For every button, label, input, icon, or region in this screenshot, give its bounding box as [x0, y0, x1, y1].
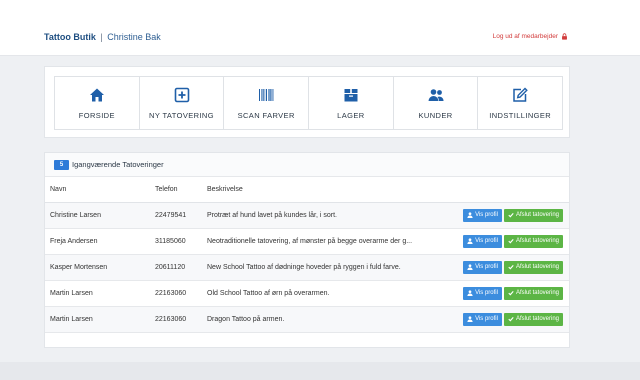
finish-tattoo-button[interactable]: Afslut tatovering	[503, 312, 563, 326]
home-icon	[89, 88, 104, 101]
user-icon	[467, 212, 473, 218]
cell-actions: Vis profil Afslut tatovering	[452, 228, 569, 255]
finish-tattoo-button[interactable]: Afslut tatovering	[503, 260, 563, 274]
active-tattoos-card: 5 Igangværende Tatoveringer Navn Telefon…	[44, 152, 570, 348]
cell-description: Protræt af hund lavet på kundes lår, i s…	[202, 202, 452, 229]
check-icon	[508, 316, 514, 322]
table-row: Freja Andersen 31185060 Neotraditionelle…	[45, 228, 569, 255]
nav-indstillinger-button[interactable]: INDSTILLINGER	[478, 77, 563, 129]
logout-label: Log ud af medarbejder	[492, 33, 558, 40]
table-row: Martin Larsen 22163060 Old School Tattoo…	[45, 280, 569, 307]
edit-icon	[513, 87, 528, 102]
navigation-card: FORSIDE NY TATOVERING SCAN FARVER LAGER …	[44, 66, 570, 138]
cell-phone: 20611120	[150, 254, 202, 281]
nav-kunder-button[interactable]: KUNDER	[393, 77, 479, 129]
cell-description: Neotraditionelle tatovering, af mønster …	[202, 228, 452, 255]
column-header-phone[interactable]: Telefon	[150, 177, 202, 203]
cell-name: Martin Larsen	[45, 306, 150, 333]
user-icon	[467, 316, 473, 322]
cell-actions: Vis profil Afslut tatovering	[452, 254, 569, 281]
footer-bar	[0, 362, 640, 380]
nav-ny-tatovering-label: NY TATOVERING	[149, 110, 214, 120]
check-icon	[508, 264, 514, 270]
view-profile-label: Vis profil	[475, 264, 498, 270]
finish-tattoo-label: Afslut tatovering	[515, 290, 559, 296]
nav-lager-label: LAGER	[337, 110, 365, 120]
user-icon	[467, 264, 473, 270]
brand-header: Tattoo Butik | Christine Bak	[44, 32, 161, 42]
cell-description: Dragon Tattoo på armen.	[202, 306, 452, 333]
column-header-name[interactable]: Navn	[45, 177, 150, 203]
user-icon	[467, 238, 473, 244]
column-header-description[interactable]: Beskrivelse	[202, 177, 452, 203]
table-row: Martin Larsen 22163060 Dragon Tattoo på …	[45, 306, 569, 333]
active-tattoos-header: 5 Igangværende Tatoveringer	[45, 153, 569, 177]
finish-tattoo-button[interactable]: Afslut tatovering	[503, 234, 563, 248]
view-profile-button[interactable]: Vis profil	[463, 286, 502, 300]
lock-icon	[562, 33, 567, 40]
view-profile-label: Vis profil	[475, 238, 498, 244]
nav-forside-label: FORSIDE	[78, 110, 115, 120]
finish-tattoo-button[interactable]: Afslut tatovering	[503, 208, 563, 222]
cell-phone: 22163060	[150, 306, 202, 333]
nav-scan-farver-label: SCAN FARVER	[237, 110, 295, 120]
view-profile-button[interactable]: Vis profil	[463, 312, 502, 326]
active-tattoos-title: Igangværende Tatoveringer	[72, 160, 164, 169]
column-header-actions	[452, 177, 569, 203]
table-row: Christine Larsen 22479541 Protræt af hun…	[45, 202, 569, 229]
chat-count-icon: 5	[54, 159, 69, 170]
check-icon	[508, 212, 514, 218]
view-profile-button[interactable]: Vis profil	[463, 208, 502, 222]
cell-phone: 31185060	[150, 228, 202, 255]
cell-phone: 22163060	[150, 280, 202, 307]
cell-description: New School Tattoo af dødninge hoveder på…	[202, 254, 452, 281]
cell-actions: Vis profil Afslut tatovering	[452, 306, 569, 333]
cell-name: Kasper Mortensen	[45, 254, 150, 281]
cell-actions: Vis profil Afslut tatovering	[452, 280, 569, 307]
brand-name[interactable]: Tattoo Butik	[44, 32, 96, 42]
check-icon	[508, 238, 514, 244]
user-icon	[467, 290, 473, 296]
nav-kunder-label: KUNDER	[418, 110, 453, 120]
box-icon	[344, 88, 358, 101]
top-bar: Tattoo Butik | Christine Bak Log ud af m…	[0, 0, 640, 56]
view-profile-label: Vis profil	[475, 316, 498, 322]
finish-tattoo-label: Afslut tatovering	[515, 264, 559, 270]
brand-separator: |	[100, 32, 103, 42]
nav-indstillinger-label: INDSTILLINGER	[489, 110, 552, 120]
check-icon	[508, 290, 514, 296]
cell-name: Freja Andersen	[45, 228, 150, 255]
active-count: 5	[59, 161, 64, 168]
plus-square-icon	[174, 87, 189, 102]
cell-description: Old School Tattoo af ørn på overarmen.	[202, 280, 452, 307]
finish-tattoo-label: Afslut tatovering	[515, 238, 559, 244]
finish-tattoo-label: Afslut tatovering	[515, 316, 559, 322]
employee-name: Christine Bak	[107, 32, 161, 42]
nav-forside-button[interactable]: FORSIDE	[55, 77, 140, 129]
cell-phone: 22479541	[150, 202, 202, 229]
cell-actions: Vis profil Afslut tatovering	[452, 202, 569, 229]
view-profile-button[interactable]: Vis profil	[463, 260, 502, 274]
table-row: Kasper Mortensen 20611120 New School Tat…	[45, 254, 569, 281]
users-icon	[428, 88, 444, 101]
view-profile-label: Vis profil	[475, 212, 498, 218]
nav-lager-button[interactable]: LAGER	[309, 77, 394, 129]
nav-scan-farver-button[interactable]: SCAN FARVER	[224, 77, 310, 129]
logout-link[interactable]: Log ud af medarbejder	[493, 33, 568, 40]
finish-tattoo-label: Afslut tatovering	[515, 212, 559, 218]
finish-tattoo-button[interactable]: Afslut tatovering	[503, 286, 563, 300]
cell-name: Martin Larsen	[45, 280, 150, 307]
nav-ny-tatovering-button[interactable]: NY TATOVERING	[139, 77, 225, 129]
active-tattoos-table: Navn Telefon Beskrivelse Christine Larse…	[45, 177, 569, 333]
cell-name: Christine Larsen	[45, 202, 150, 229]
barcode-icon	[259, 88, 274, 101]
view-profile-button[interactable]: Vis profil	[463, 234, 502, 248]
navigation-menu: FORSIDE NY TATOVERING SCAN FARVER LAGER …	[54, 76, 563, 130]
view-profile-label: Vis profil	[475, 290, 498, 296]
